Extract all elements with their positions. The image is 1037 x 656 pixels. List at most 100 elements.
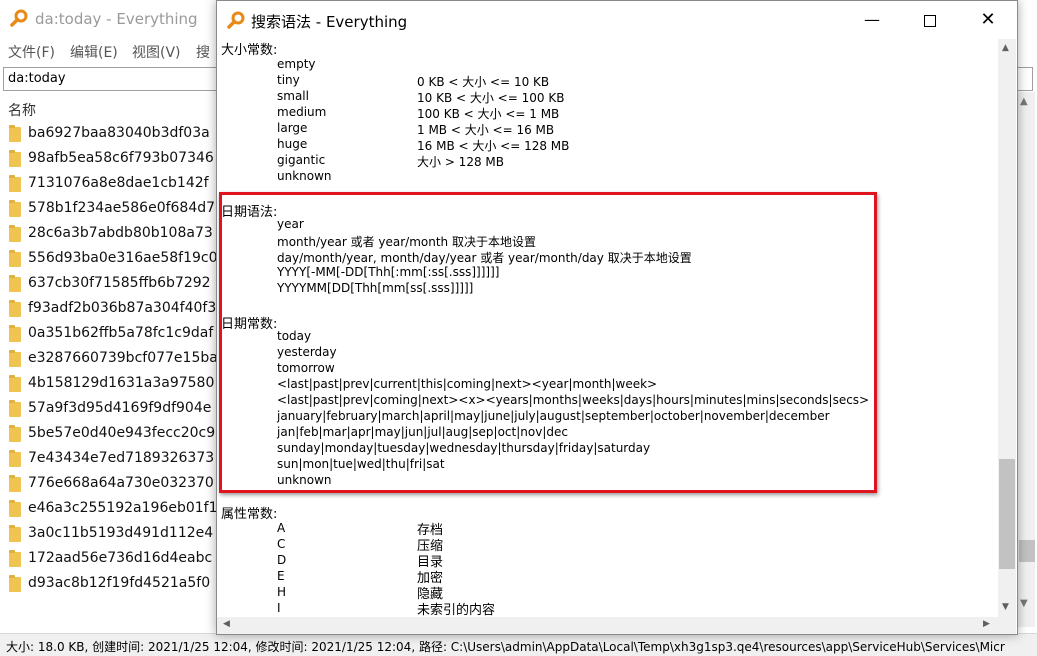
list-item[interactable]: 4b158129d1631a3a97580 bbox=[0, 372, 230, 397]
close-button[interactable]: ✕ bbox=[959, 1, 1017, 39]
scroll-left-arrow-icon[interactable]: ◀ bbox=[223, 619, 230, 629]
list-item-name: 7131076a8e8dae1cb142f bbox=[28, 175, 209, 191]
list-item-name: 3a0c11b5193d491d112e4 bbox=[28, 525, 214, 541]
folder-icon bbox=[9, 575, 21, 592]
list-item-name: 98afb5ea58c6f793b07346 bbox=[28, 150, 214, 166]
scroll-down-arrow-icon[interactable]: ▼ bbox=[1020, 598, 1028, 609]
list-item-name: 0a351b62ffb5a78fc1c9daf bbox=[28, 325, 214, 341]
syntax-text-area[interactable]: 大小常数: empty tiny 0 KB < 大小 <= 10 KB smal… bbox=[217, 39, 997, 617]
list-item-name: 776e668a64a730e032370 bbox=[28, 475, 214, 491]
size-constant-name: empty bbox=[277, 57, 316, 71]
attribute-constant-name: H bbox=[277, 585, 287, 599]
list-item-name: 7e43434e7ed7189326373 bbox=[28, 450, 215, 466]
status-text: 大小: 18.0 KB, 创建时间: 2021/1/25 12:04, 修改时间… bbox=[6, 640, 1005, 654]
size-constant-name: huge bbox=[277, 137, 308, 151]
list-item[interactable]: ba6927baa83040b3df03a bbox=[0, 122, 230, 147]
folder-icon bbox=[9, 400, 21, 417]
maximize-button[interactable] bbox=[901, 1, 959, 39]
minimize-button[interactable]: — bbox=[843, 1, 901, 39]
attribute-constant-name: D bbox=[277, 553, 287, 567]
size-constant-name: small bbox=[277, 89, 309, 103]
scroll-up-arrow-icon[interactable]: ▲ bbox=[1020, 96, 1028, 107]
size-constant-name: medium bbox=[277, 105, 327, 119]
folder-icon bbox=[9, 475, 21, 492]
search-input-value: da:today bbox=[8, 71, 66, 86]
list-item[interactable]: f93adf2b036b87a304f40f3 bbox=[0, 297, 230, 322]
folder-icon bbox=[9, 225, 21, 242]
maximize-icon bbox=[924, 14, 936, 27]
list-item-name: 556d93ba0e316ae58f19c0 bbox=[28, 250, 218, 266]
scroll-right-arrow-icon[interactable]: ▶ bbox=[983, 619, 990, 629]
list-item[interactable]: 57a9f3d95d4169f9df904e bbox=[0, 397, 230, 422]
folder-icon bbox=[9, 275, 21, 292]
main-window-title: da:today - Everything bbox=[35, 10, 198, 28]
size-constant-value: 100 KB < 大小 <= 1 MB bbox=[417, 107, 560, 121]
list-item[interactable]: 776e668a64a730e032370 bbox=[0, 472, 230, 497]
main-menu-bar: 文件(F) 编辑(E) 视图(V) 搜 bbox=[0, 38, 230, 62]
folder-icon bbox=[9, 550, 21, 567]
size-constant-name: unknown bbox=[277, 169, 332, 183]
list-item-name: ba6927baa83040b3df03a bbox=[28, 125, 210, 141]
menu-file[interactable]: 文件(F) bbox=[8, 42, 55, 62]
column-header-name[interactable]: 名称 bbox=[8, 100, 36, 120]
folder-icon bbox=[9, 350, 21, 367]
list-item[interactable]: 637cb30f71585ffb6b7292 bbox=[0, 272, 230, 297]
search-syntax-dialog: 搜索语法 - Everything — ✕ 大小常数: empty tiny 0… bbox=[216, 0, 1018, 635]
list-item-name: 5be57e0d40e943fecc20c9 bbox=[28, 425, 216, 441]
list-item[interactable]: e46a3c255192a196eb01f1 bbox=[0, 497, 230, 522]
list-item-name: 57a9f3d95d4169f9df904e bbox=[28, 400, 212, 416]
list-item[interactable]: 5be57e0d40e943fecc20c9 bbox=[0, 422, 230, 447]
folder-icon bbox=[9, 525, 21, 542]
magnifier-icon bbox=[10, 9, 28, 27]
menu-edit[interactable]: 编辑(E) bbox=[70, 42, 118, 62]
list-item-name: e46a3c255192a196eb01f1 bbox=[28, 500, 218, 516]
list-item[interactable]: 3a0c11b5193d491d112e4 bbox=[0, 522, 230, 547]
list-item[interactable]: 556d93ba0e316ae58f19c0 bbox=[0, 247, 230, 272]
size-constant-name: gigantic bbox=[277, 153, 326, 167]
menu-view[interactable]: 视图(V) bbox=[132, 42, 181, 62]
list-item[interactable]: 578b1f234ae586e0f684d7 bbox=[0, 197, 230, 222]
folder-icon bbox=[9, 500, 21, 517]
list-item-name: d93ac8b12f19fd4521a5f0 bbox=[28, 575, 211, 591]
list-item[interactable]: d93ac8b12f19fd4521a5f0 bbox=[0, 572, 230, 597]
folder-icon bbox=[9, 450, 21, 467]
list-item[interactable]: 172aad56e736d16d4eabc bbox=[0, 547, 230, 572]
folder-icon bbox=[9, 150, 21, 167]
folder-icon bbox=[9, 250, 21, 267]
list-item[interactable]: 0a351b62ffb5a78fc1c9daf bbox=[0, 322, 230, 347]
dialog-scroll-thumb[interactable] bbox=[999, 459, 1015, 569]
list-item-name: 578b1f234ae586e0f684d7 bbox=[28, 200, 216, 216]
list-item-name: 4b158129d1631a3a97580 bbox=[28, 375, 215, 391]
results-scroll-thumb[interactable] bbox=[1019, 540, 1035, 562]
size-constant-name: tiny bbox=[277, 73, 300, 87]
attribute-constant-name: I bbox=[277, 601, 281, 615]
folder-icon bbox=[9, 375, 21, 392]
dialog-title-bar[interactable]: 搜索语法 - Everything — ✕ bbox=[217, 1, 1017, 39]
dialog-vertical-scrollbar[interactable]: ▲ ▼ bbox=[998, 39, 1016, 617]
menu-search[interactable]: 搜 bbox=[196, 42, 210, 62]
scrollbar-corner bbox=[998, 617, 1016, 634]
list-item[interactable]: 28c6a3b7abdb80b108a73 bbox=[0, 222, 230, 247]
list-item[interactable]: 98afb5ea58c6f793b07346 bbox=[0, 147, 230, 172]
attribute-constant-value: 未索引的内容 bbox=[417, 603, 496, 617]
list-item[interactable]: 7131076a8e8dae1cb142f bbox=[0, 172, 230, 197]
size-constants-heading: 大小常数: bbox=[221, 43, 278, 58]
folder-icon bbox=[9, 175, 21, 192]
dialog-horizontal-scrollbar[interactable]: ◀ ▶ bbox=[217, 617, 998, 634]
size-constant-value: 大小 > 128 MB bbox=[417, 155, 504, 169]
folder-icon bbox=[9, 325, 21, 342]
scroll-down-arrow-icon[interactable]: ▼ bbox=[1002, 602, 1009, 612]
magnifier-icon bbox=[227, 11, 245, 29]
scroll-up-arrow-icon[interactable]: ▲ bbox=[1002, 43, 1009, 53]
list-item-name: 28c6a3b7abdb80b108a73 bbox=[28, 225, 213, 241]
list-item-name: 637cb30f71585ffb6b7292 bbox=[28, 275, 211, 291]
list-item-name: f93adf2b036b87a304f40f3 bbox=[28, 300, 217, 316]
list-item-name: 172aad56e736d16d4eabc bbox=[28, 550, 213, 566]
attribute-constant-name: C bbox=[277, 537, 286, 551]
list-item[interactable]: e3287660739bcf077e15ba bbox=[0, 347, 230, 372]
size-constant-value: 1 MB < 大小 <= 16 MB bbox=[417, 123, 555, 137]
dialog-title: 搜索语法 - Everything bbox=[251, 13, 408, 31]
size-constant-value: 10 KB < 大小 <= 100 KB bbox=[417, 91, 565, 105]
folder-icon bbox=[9, 125, 21, 142]
list-item[interactable]: 7e43434e7ed7189326373 bbox=[0, 447, 230, 472]
